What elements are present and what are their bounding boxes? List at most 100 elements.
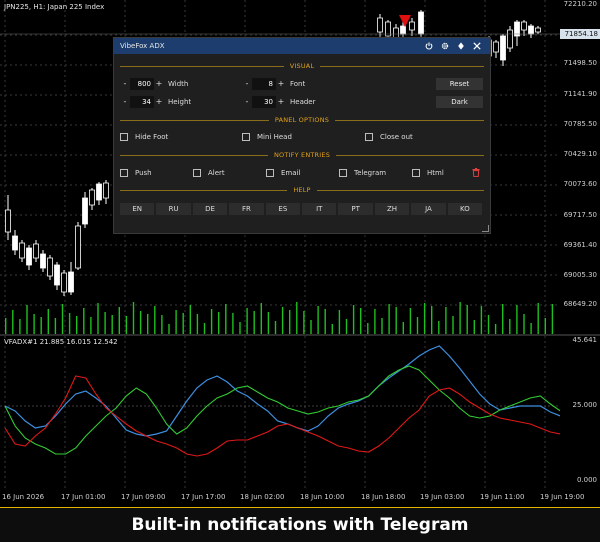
candle-body [409,21,415,31]
price-axis-label: 69005.30 [563,271,597,279]
theme-icon[interactable] [454,40,468,52]
current-price-badge: 71854.18 [560,29,600,39]
section-notify-entries: NOTIFY ENTRIES [120,151,484,159]
volume-bar [111,315,113,334]
volume-bar [551,304,554,334]
checkbox-box[interactable] [120,133,128,141]
font-plus-button[interactable]: + [276,78,286,90]
lang-button-zh[interactable]: ZH [374,203,410,215]
lang-button-ko[interactable]: KO [447,203,483,215]
price-axis-label: 70073.60 [563,180,597,188]
lang-button-en[interactable]: EN [120,203,155,215]
panel-header[interactable]: VibeFox ADX [114,38,490,54]
lang-button-de[interactable]: DE [192,203,228,215]
width-minus-button[interactable]: - [120,78,130,90]
volume-bar [253,311,255,334]
width-value[interactable]: 800 [130,78,154,90]
lang-button-pt[interactable]: PT [338,203,373,215]
price-axis-label: 70785.50 [563,120,597,128]
header-plus-button[interactable]: + [276,96,286,108]
checkbox-box[interactable] [365,133,373,141]
candle-body [400,25,406,35]
width-plus-button[interactable]: + [154,78,164,90]
settings-icon[interactable] [438,40,452,52]
volume-bar [487,315,490,334]
volume-bar [139,311,142,334]
checkbox-box[interactable] [266,169,274,177]
lang-button-es[interactable]: ES [265,203,301,215]
push-checkbox[interactable]: Push [120,168,152,178]
height-plus-button[interactable]: + [154,96,164,108]
font-minus-button[interactable]: - [242,78,252,90]
lang-button-ja[interactable]: JA [411,203,446,215]
font-value[interactable]: 8 [252,78,276,90]
header-minus-button[interactable]: - [242,96,252,108]
width-label: Width [168,80,189,88]
trash-icon[interactable] [471,168,481,178]
panel-title: VibeFox ADX [120,42,165,50]
volume-bar [83,308,85,334]
height-value[interactable]: 34 [130,96,154,108]
lang-button-it[interactable]: IT [302,203,337,215]
adx-indicator-chart[interactable] [0,336,560,488]
volume-bar [374,309,376,334]
power-icon[interactable] [422,40,436,52]
indicator-axis-label: 0.000 [576,476,597,484]
checkbox-box[interactable] [339,169,347,177]
mini-head-checkbox[interactable]: Mini Head [242,132,292,142]
telegram-checkbox[interactable]: Telegram [339,168,386,178]
checkbox-label: Mini Head [257,133,292,141]
price-axis-label: 71498.50 [563,59,597,67]
checkbox-label: Email [281,169,301,177]
checkbox-box[interactable] [193,169,201,177]
volume-bar [544,318,546,334]
vibefox-adx-panel[interactable]: VibeFox ADX VISUAL - 800 + Width - 34 + … [113,37,491,234]
close-icon[interactable] [470,40,484,52]
volume-bar [516,305,518,334]
header-stepper[interactable]: - 30 + Header [242,96,316,108]
price-axis-label: 68649.20 [563,300,597,308]
html-checkbox[interactable]: Html [412,168,444,178]
resize-handle-icon[interactable] [482,225,489,232]
volume-bar [168,324,170,334]
indicator-axis-label: 25.000 [572,401,598,409]
font-stepper[interactable]: - 8 + Font [242,78,305,90]
volume-bar [423,303,426,334]
close-out-checkbox[interactable]: Close out [365,132,413,142]
email-checkbox[interactable]: Email [266,168,300,178]
candle-body [89,189,95,206]
width-stepper[interactable]: - 800 + Width [120,78,188,90]
candle-body [500,35,506,61]
candle-body [521,21,527,31]
reset-button[interactable]: Reset [436,78,483,90]
lang-button-ru[interactable]: RU [156,203,191,215]
checkbox-label: Hide Foot [135,133,169,141]
dark-theme-button[interactable]: Dark [436,96,483,108]
candle-body [535,27,541,33]
volume-bar [381,318,383,334]
volume-bar [54,318,57,334]
height-minus-button[interactable]: - [120,96,130,108]
checkbox-box[interactable] [242,133,250,141]
checkbox-box[interactable] [120,169,128,177]
height-label: Height [168,98,192,106]
volume-bar [530,323,532,334]
height-stepper[interactable]: - 34 + Height [120,96,191,108]
volume-bar [104,312,106,334]
volume-bar [189,305,191,334]
lang-button-fr[interactable]: FR [229,203,264,215]
caption-banner: Built-in notifications with Telegram [0,507,600,542]
volume-bar [267,312,270,334]
alert-checkbox[interactable]: Alert [193,168,225,178]
candle-body [47,257,53,277]
section-label: VISUAL [289,62,315,70]
volume-bar [132,302,135,334]
checkbox-box[interactable] [412,169,420,177]
header-value[interactable]: 30 [252,96,276,108]
hide-foot-checkbox[interactable]: Hide Foot [120,132,168,142]
volume-bar [26,305,28,334]
candle-body [418,11,424,35]
volume-bar [68,313,71,334]
indicator-axis-label: 45.641 [572,336,598,344]
candle-body [61,272,67,293]
